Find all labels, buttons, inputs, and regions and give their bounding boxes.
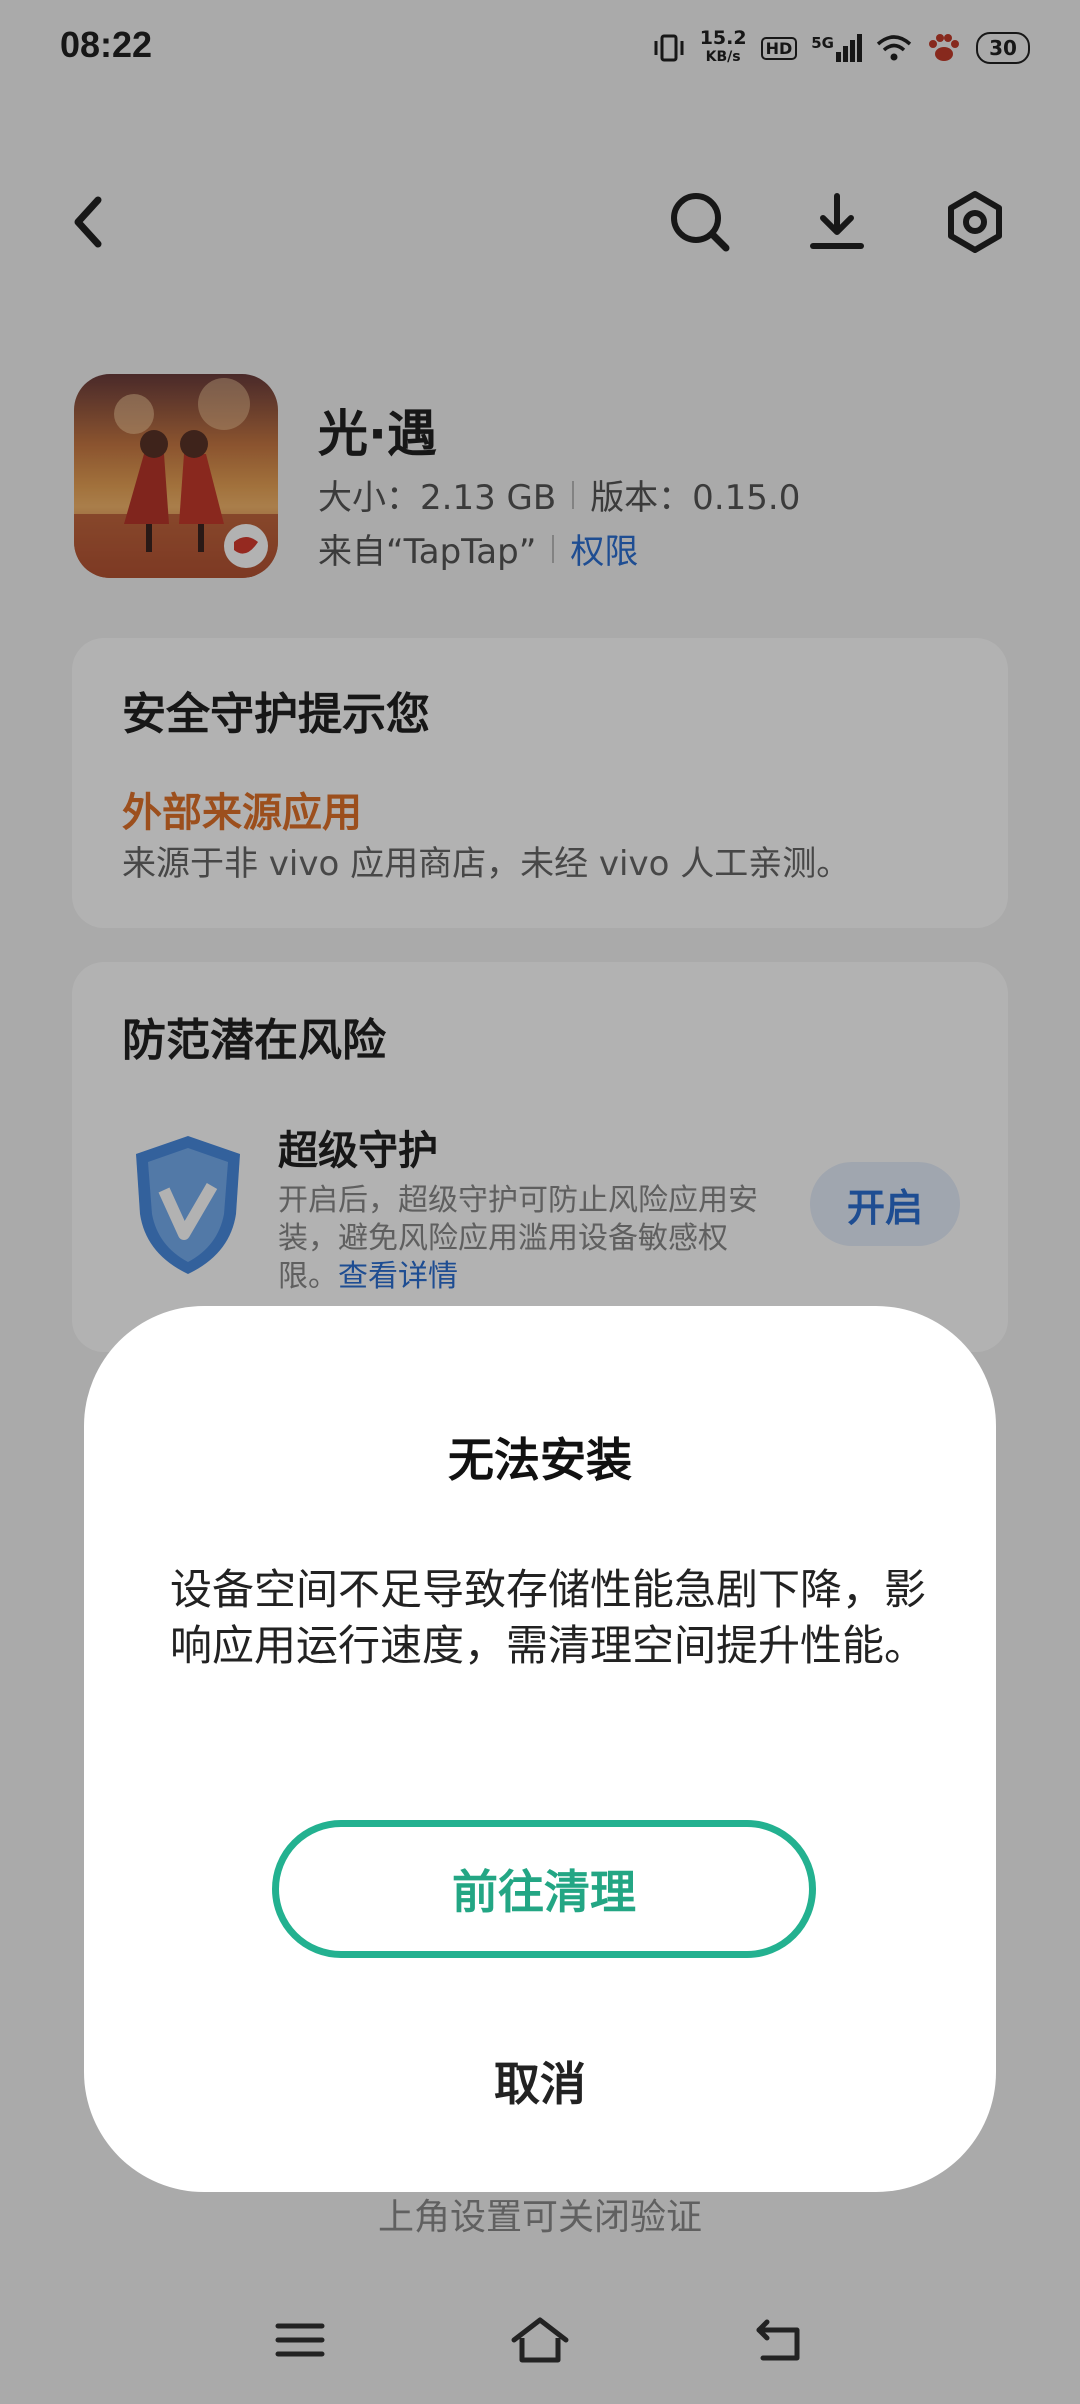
- go-clean-button[interactable]: 前往清理: [272, 1820, 816, 1958]
- cancel-button[interactable]: 取消: [84, 2048, 996, 2114]
- dialog-message: 设备空间不足导致存储性能急剧下降，影响应用运行速度，需清理空间提升性能。: [170, 1565, 927, 1670]
- install-error-dialog: 无法安装 设备空间不足导致存储性能急剧下降，影响应用运行速度，需清理空间提升性能…: [84, 1306, 996, 2192]
- dialog-title: 无法安装: [448, 1433, 632, 1487]
